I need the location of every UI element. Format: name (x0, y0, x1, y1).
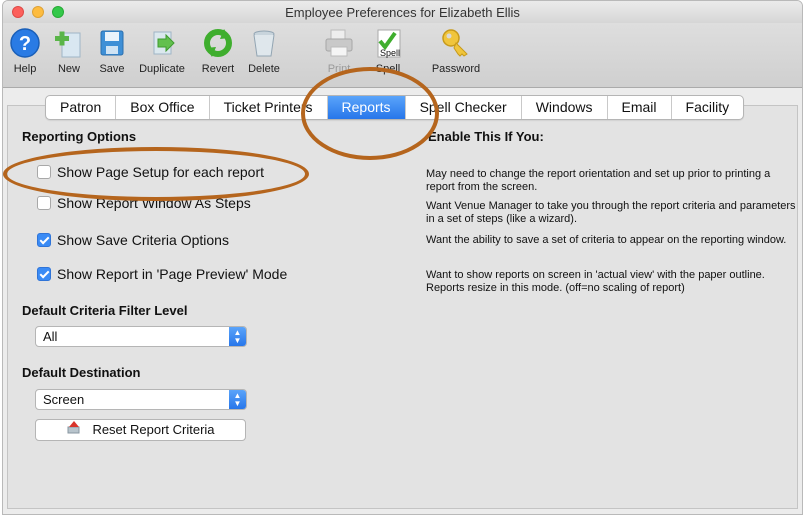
title-bar: Employee Preferences for Elizabeth Ellis (3, 1, 802, 23)
save-button[interactable]: Save (95, 27, 129, 75)
password-button[interactable]: Password (427, 27, 485, 75)
default-destination-header: Default Destination (22, 365, 141, 380)
default-destination-select[interactable]: Screen ▲ ▼ (35, 389, 247, 410)
svg-text:?: ? (19, 33, 31, 55)
tab-windows[interactable]: Windows (522, 96, 608, 119)
floppy-disk-icon (96, 27, 128, 59)
option-description: Want to show reports on screen in 'actua… (426, 269, 765, 294)
revert-icon (202, 27, 234, 59)
checkbox[interactable] (37, 165, 51, 179)
spell-button[interactable]: Spell Spell (368, 27, 408, 75)
print-button[interactable]: Print (321, 27, 357, 75)
filter-level-select[interactable]: All ▲ ▼ (35, 326, 247, 347)
content-area: Patron Box Office Ticket Printers Report… (3, 88, 802, 514)
toolbar: ? Help New Save Duplicate Revert Delete … (3, 23, 802, 88)
option-description: Want the ability to save a set of criter… (426, 234, 787, 246)
new-document-icon (53, 27, 85, 59)
trash-icon (248, 27, 280, 59)
tab-ticket-printers[interactable]: Ticket Printers (210, 96, 328, 119)
new-button[interactable]: New (49, 27, 89, 75)
tab-bar: Patron Box Office Ticket Printers Report… (45, 95, 745, 120)
spell-check-icon: Spell (372, 27, 404, 59)
reset-icon (66, 420, 82, 440)
key-icon (440, 27, 472, 59)
tab-patron[interactable]: Patron (46, 96, 117, 119)
delete-button[interactable]: Delete (243, 27, 285, 75)
duplicate-icon (146, 27, 178, 59)
help-button[interactable]: ? Help (8, 27, 42, 75)
option-show-page-preview[interactable]: Show Report in 'Page Preview' Mode (37, 266, 287, 282)
updown-arrows-icon: ▲ ▼ (229, 327, 246, 346)
checkbox[interactable] (37, 196, 51, 210)
revert-button[interactable]: Revert (195, 27, 241, 75)
tab-email[interactable]: Email (608, 96, 672, 119)
tab-reports[interactable]: Reports (327, 96, 406, 119)
option-show-save-criteria[interactable]: Show Save Criteria Options (37, 232, 229, 248)
help-icon: ? (9, 27, 41, 59)
tab-facility[interactable]: Facility (672, 96, 744, 119)
duplicate-button[interactable]: Duplicate (131, 27, 193, 75)
preferences-window: Employee Preferences for Elizabeth Ellis… (2, 0, 803, 515)
tab-spell-checker[interactable]: Spell Checker (406, 96, 522, 119)
filter-level-header: Default Criteria Filter Level (22, 303, 188, 318)
reset-report-criteria-button[interactable]: Reset Report Criteria (35, 419, 246, 441)
checkbox[interactable] (37, 233, 51, 247)
printer-icon (323, 27, 355, 59)
reporting-options-header: Reporting Options (22, 129, 137, 144)
tab-box-office[interactable]: Box Office (116, 96, 210, 119)
option-show-report-window-as-steps[interactable]: Show Report Window As Steps (37, 195, 251, 211)
checkbox[interactable] (37, 267, 51, 281)
option-show-page-setup[interactable]: Show Page Setup for each report (37, 164, 264, 180)
window-title: Employee Preferences for Elizabeth Ellis (285, 5, 520, 20)
enable-this-header: Enable This If You: (428, 129, 544, 144)
updown-arrows-icon: ▲ ▼ (229, 390, 246, 409)
option-description: Want Venue Manager to take you through t… (426, 200, 796, 225)
option-description: May need to change the report orientatio… (426, 168, 771, 193)
